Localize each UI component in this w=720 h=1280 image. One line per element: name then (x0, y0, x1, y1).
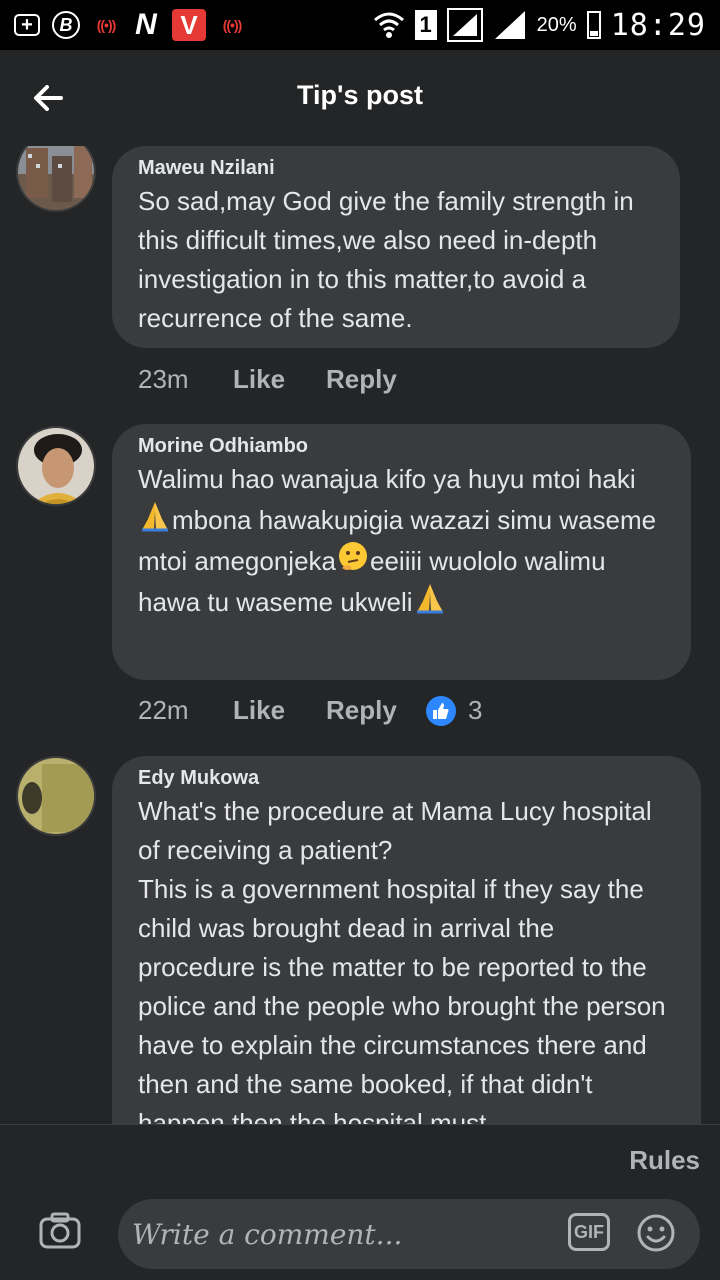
comment-text: What's the procedure at Mama Lucy hospit… (138, 796, 666, 1124)
emoji-button[interactable] (636, 1213, 676, 1253)
smiley-icon (637, 1214, 675, 1252)
avatar[interactable] (16, 426, 96, 506)
reply-button[interactable]: Reply (326, 695, 426, 726)
folded-hands-emoji-icon (416, 584, 443, 614)
reply-button[interactable]: Reply (326, 364, 426, 395)
battery-icon (586, 11, 601, 39)
comment-input[interactable] (132, 1217, 552, 1251)
page-title: Tip's post (297, 80, 423, 110)
wifi-icon (373, 12, 404, 38)
comment-author[interactable]: Morine Odhiambo (138, 432, 665, 460)
comment-text-part: Walimu hao wanajua kifo ya huyu mtoi hak… (138, 464, 643, 494)
v-app-notification-icon: V (172, 9, 206, 41)
header: Tip's post (0, 50, 720, 146)
rules-link[interactable]: Rules (629, 1145, 700, 1176)
signal-icon (446, 8, 483, 42)
comment-author[interactable]: Maweu Nzilani (138, 154, 654, 182)
like-button[interactable]: Like (233, 695, 326, 726)
comment-text: So sad,may God give the family strength … (138, 186, 641, 333)
status-bar: + B ((•)) N V ((•)) 1 20% 18:29 (0, 0, 720, 50)
comment-time: 22m (138, 695, 189, 725)
n-app-notification-icon: N (135, 8, 157, 41)
thumbs-up-icon (426, 695, 456, 726)
comment-bubble[interactable]: Morine Odhiambo Walimu hao wanajua kifo … (112, 424, 691, 680)
comment-composer: Rules GIF (0, 1124, 720, 1280)
comment-input-container[interactable]: GIF (118, 1199, 700, 1269)
comment-time: 23m (138, 364, 189, 394)
avatar-image (18, 146, 94, 210)
clock: 18:29 (610, 7, 706, 43)
avatar[interactable] (16, 756, 96, 836)
camera-button[interactable] (38, 1211, 82, 1251)
reaction-summary[interactable]: 3 (426, 695, 482, 726)
signal-icon-2 (494, 11, 525, 39)
avatar[interactable] (16, 146, 96, 212)
comment-actions: 22m Like Reply 3 (138, 695, 482, 726)
broadcast-icon: ((•)) (96, 17, 117, 33)
b-app-notification-icon: B (52, 11, 80, 39)
avatar-image (18, 428, 94, 504)
comment-actions: 23m Like Reply (138, 364, 426, 395)
sim-indicator: 1 (414, 10, 437, 40)
comment-bubble[interactable]: Maweu Nzilani So sad,may God give the fa… (112, 146, 680, 348)
folded-hands-emoji-icon (142, 502, 168, 532)
thinking-face-emoji-icon (339, 542, 367, 570)
comment-feed[interactable]: Maweu Nzilani So sad,may God give the fa… (0, 146, 720, 1124)
avatar-image (18, 758, 94, 834)
comment-text: Walimu hao wanajua kifo ya huyu mtoi hak… (138, 460, 665, 622)
comment-bubble[interactable]: Edy Mukowa What's the procedure at Mama … (112, 756, 701, 1124)
broadcast-icon-2: ((•)) (222, 17, 243, 33)
like-button[interactable]: Like (233, 364, 326, 395)
reaction-count: 3 (468, 695, 483, 725)
gif-button[interactable]: GIF (568, 1213, 610, 1251)
camera-icon (39, 1212, 81, 1249)
battery-percent: 20% (536, 13, 577, 36)
comment-author[interactable]: Edy Mukowa (138, 764, 675, 792)
add-notification-icon: + (14, 14, 40, 36)
